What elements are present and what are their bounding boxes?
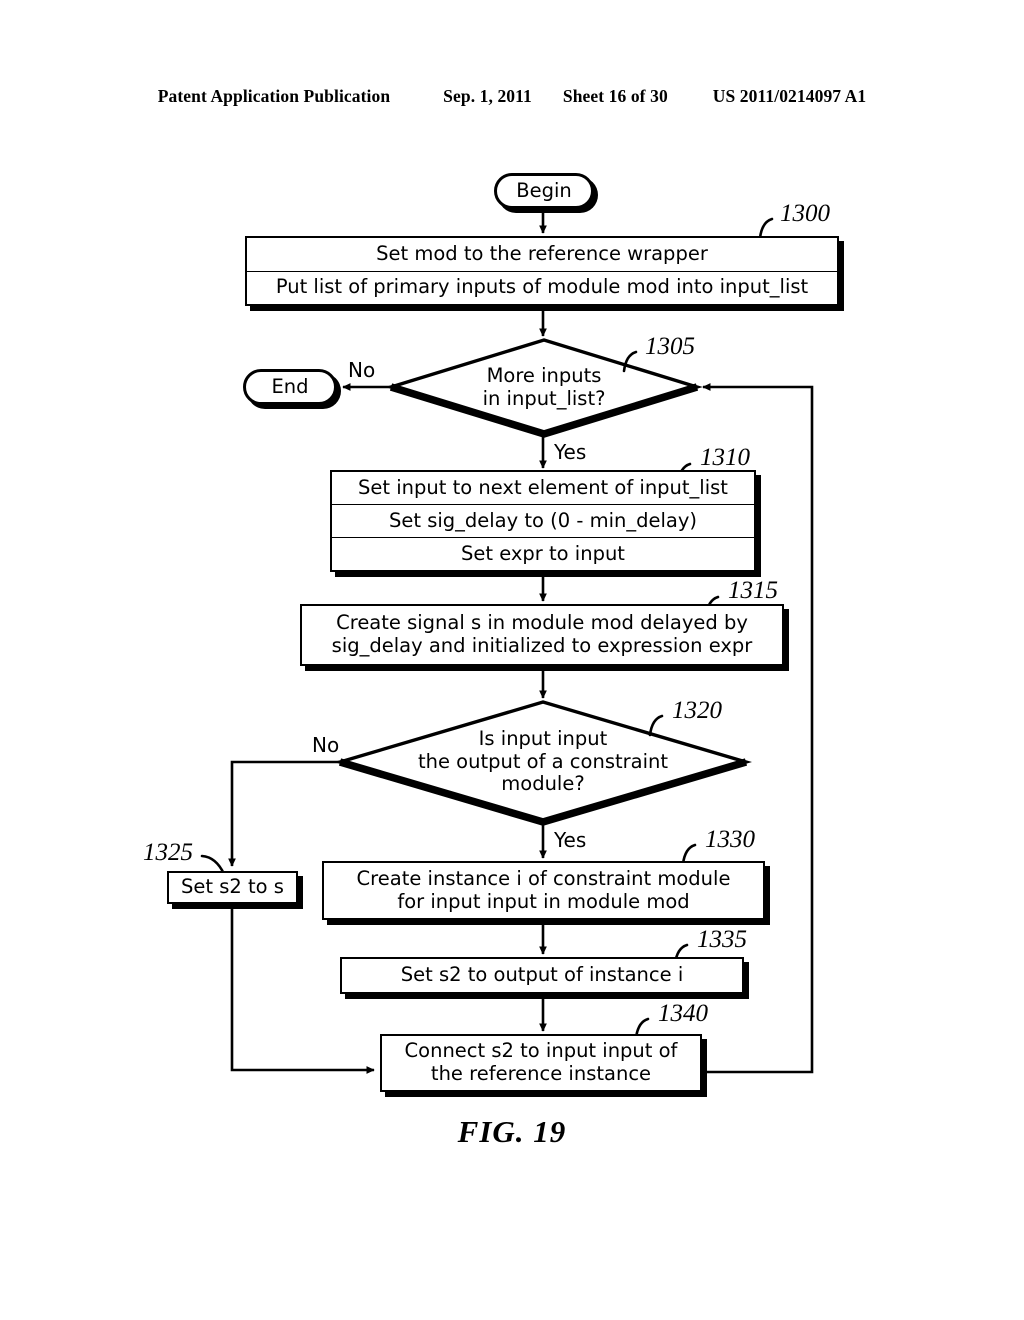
reference-numeral-1310: 1310 — [700, 444, 750, 471]
terminator-begin[interactable]: Begin — [494, 173, 594, 209]
figure-caption: FIG. 19 — [457, 1114, 567, 1149]
terminator-end[interactable]: End — [243, 369, 337, 405]
edge-label-1320-no: No — [312, 733, 340, 757]
terminator-end-label: End — [271, 374, 309, 398]
process-box-1310[interactable]: Set input to next element of input_list … — [330, 470, 756, 572]
reference-numeral-1340: 1340 — [658, 1000, 708, 1027]
process-box-1300-row-2: Put list of primary inputs of module mod… — [247, 270, 837, 305]
process-box-1310-row-1: Set input to next element of input_list — [358, 475, 728, 499]
process-box-1330[interactable]: Create instance i of constraint module f… — [322, 861, 765, 920]
edge-label-1305-yes: Yes — [554, 440, 587, 464]
edge-label-1305-no: No — [348, 358, 376, 382]
process-box-1325[interactable]: Set s2 to s — [167, 871, 298, 904]
process-box-1315-row-1: Create signal s in module mod delayed by… — [331, 611, 753, 657]
reference-numeral-1300: 1300 — [780, 200, 830, 227]
process-box-1310-row-2: Set sig_delay to (0 - min_delay) — [332, 504, 754, 537]
process-box-1310-row-3: Set expr to input — [332, 537, 754, 570]
process-box-1335[interactable]: Set s2 to output of instance i — [340, 957, 744, 994]
process-box-1300[interactable]: Set mod to the reference wrapper Put lis… — [245, 236, 839, 306]
process-box-1325-row-1: Set s2 to s — [181, 875, 284, 899]
reference-numeral-1315: 1315 — [728, 577, 778, 604]
process-box-1330-row-1: Create instance i of constraint module f… — [356, 866, 731, 913]
edge-label-1320-yes: Yes — [554, 828, 587, 852]
reference-numeral-1320: 1320 — [672, 697, 722, 724]
edge-1320-no-to-1325 — [228, 760, 340, 867]
reference-numeral-1335: 1335 — [697, 926, 747, 953]
process-box-1340[interactable]: Connect s2 to input input of the referen… — [380, 1034, 702, 1092]
process-box-1300-row-1: Set mod to the reference wrapper — [376, 241, 708, 265]
terminator-begin-label: Begin — [516, 178, 572, 202]
process-box-1335-row-1: Set s2 to output of instance i — [400, 963, 684, 987]
reference-numeral-1330: 1330 — [705, 826, 755, 853]
process-box-1340-row-1: Connect s2 to input input of the referen… — [404, 1039, 678, 1085]
process-box-1315[interactable]: Create signal s in module mod delayed by… — [300, 604, 784, 666]
reference-numeral-1305: 1305 — [645, 333, 695, 360]
reference-numeral-1325: 1325 — [143, 839, 193, 866]
